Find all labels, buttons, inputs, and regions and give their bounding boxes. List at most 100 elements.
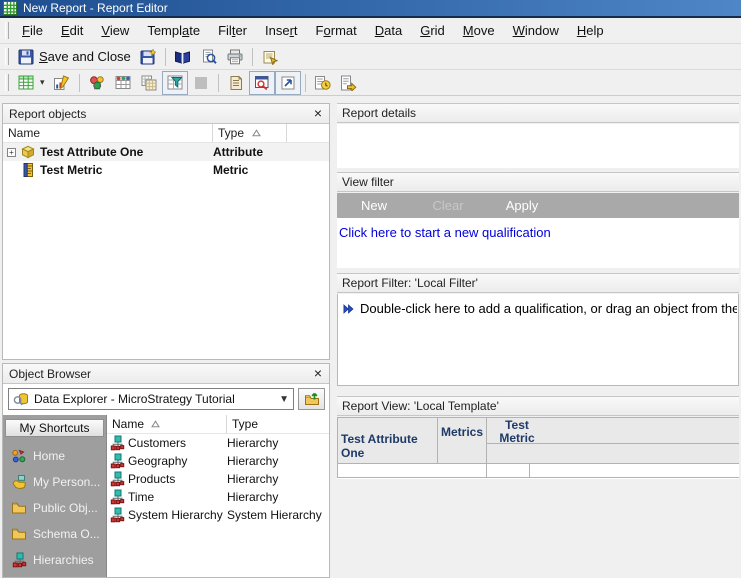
toolbar-grip[interactable] [5,74,9,91]
list-item[interactable]: System Hierarchy System Hierarchy [107,506,329,524]
menu-help[interactable]: Help [568,20,613,41]
sidebar-item-schema-o[interactable]: Schema O... [3,521,106,547]
report-filter-body[interactable]: Double-click here to add a qualification… [337,294,739,386]
new-button[interactable]: New [337,198,411,213]
report-objects-list: +Test Attribute OneAttributeTest MetricM… [3,143,329,179]
sidebar-item-public-obj[interactable]: Public Obj... [3,495,106,521]
menu-grid[interactable]: Grid [411,20,454,41]
view-filter-icon [166,74,183,91]
grid-data-cell[interactable] [337,464,487,478]
object-browser-panel: Object Browser × Data Explorer - MicroSt… [2,363,330,578]
page-by-icon [140,74,157,91]
shortcut-label: Public Obj... [33,501,98,515]
formatting-grid-button[interactable] [110,71,136,95]
folder-icon [11,500,27,516]
list-item[interactable]: TimeHierarchy [107,488,329,506]
attribute-icon [20,144,36,160]
menu-bar: FileEditViewTemplateFilterInsertFormatDa… [0,18,741,44]
menu-file[interactable]: File [13,20,52,41]
report-object-row[interactable]: +Test Attribute OneAttribute [3,143,329,161]
my-shortcuts-button[interactable]: My Shortcuts [5,419,104,437]
new-qualification-link[interactable]: Click here to start a new qualification [339,225,551,240]
object-name-label: Test Metric [40,163,102,177]
export-button[interactable] [336,71,362,95]
grid-view-button[interactable]: ▾ [13,71,49,95]
menu-data[interactable]: Data [366,20,411,41]
toolbar-separator [305,74,306,92]
column-header-type[interactable]: Type [213,124,287,143]
list-item[interactable]: CustomersHierarchy [107,434,329,452]
item-type-label: System Hierarchy [227,508,329,522]
column-header-name[interactable]: Name [3,124,213,143]
title-bar[interactable]: New Report - Report Editor [0,0,741,18]
menu-insert[interactable]: Insert [256,20,307,41]
report-details-note-button[interactable] [223,71,249,95]
design-button[interactable] [49,71,75,95]
close-icon[interactable]: × [314,365,322,381]
hierarchy-icon [109,471,125,487]
menu-move[interactable]: Move [454,20,504,41]
up-one-level-button[interactable] [298,388,325,410]
popup-window-button[interactable] [275,71,301,95]
item-name-label: System Hierarchy [128,508,223,522]
grid-metrics-header-cell[interactable]: Metrics [438,417,487,464]
menu-filter[interactable]: Filter [209,20,256,41]
properties-icon [261,48,278,65]
report-objects-button[interactable] [84,71,110,95]
report-details-body [337,124,739,168]
toolbar-grip[interactable] [5,22,9,39]
sql-view-button[interactable] [249,71,275,95]
menu-edit[interactable]: Edit [52,20,92,41]
shortcut-label: Schema O... [33,527,100,541]
chevron-down-icon: ▼ [279,394,289,405]
formatting-grid-icon [114,74,131,91]
page-by-button[interactable] [136,71,162,95]
menu-format[interactable]: Format [307,20,366,41]
panel-title: Report objects [9,107,86,121]
sidebar-item-hierarchies[interactable]: Hierarchies [3,547,106,573]
report-view-header: Report View: 'Local Template' [337,396,739,416]
grid-row-header-cell[interactable]: Test Attribute One [337,417,438,464]
properties-button[interactable] [257,45,283,69]
print-preview-button[interactable] [196,45,222,69]
expand-icon[interactable]: + [7,148,16,157]
grid-data-cell[interactable] [530,464,739,478]
item-name-cell: System Hierarchy [107,507,227,523]
print-button[interactable] [222,45,248,69]
save-as-button[interactable] [135,45,161,69]
apply-button[interactable]: Apply [485,198,559,213]
close-icon[interactable]: × [314,105,322,121]
list-item[interactable]: GeographyHierarchy [107,452,329,470]
report-objects-column-headers: Name Type [3,124,329,143]
column-header-name[interactable]: Name [107,415,227,434]
grid-data-cell[interactable] [487,464,530,478]
list-item[interactable]: Products Hierarchy [107,470,329,488]
report-filter-placeholder[interactable]: Double-click here to add a qualification… [360,301,737,316]
item-name-label: Geography [128,454,187,468]
sidebar-item-my-person[interactable]: My Person... [3,469,106,495]
design-icon [53,74,70,91]
toolbar-button-label: Save and Close [39,49,131,64]
object-browser-header: Object Browser × [3,364,329,384]
object-browser-table: Name Type CustomersHierarchyGeographyHie… [107,415,329,577]
view-filter-button[interactable] [162,71,188,95]
menu-window[interactable]: Window [504,20,568,41]
hierarchy-icon [109,489,125,505]
qualification-arrow-icon [343,304,354,314]
save-button[interactable]: Save and Close [13,45,135,69]
report-object-row[interactable]: Test MetricMetric [3,161,329,179]
book-button[interactable] [170,45,196,69]
menu-template[interactable]: Template [138,20,209,41]
sidebar-item-home[interactable]: Home [3,443,106,469]
report-object-name-cell: +Test Attribute One [3,144,213,160]
item-name-label: Products [128,472,175,486]
report-objects-panel: Report objects × Name Type +Test Attribu… [2,103,330,360]
data-source-dropdown[interactable]: Data Explorer - MicroStrategy Tutorial ▼ [8,388,294,410]
hierarchy-icon [109,453,125,469]
toolbar-grip[interactable] [5,48,9,65]
menu-view[interactable]: View [92,20,138,41]
item-type-label: Hierarchy [227,472,329,486]
grid-metric-column-header[interactable]: Test Metric [487,417,739,444]
column-header-type[interactable]: Type [227,415,329,434]
schedule-button[interactable] [310,71,336,95]
